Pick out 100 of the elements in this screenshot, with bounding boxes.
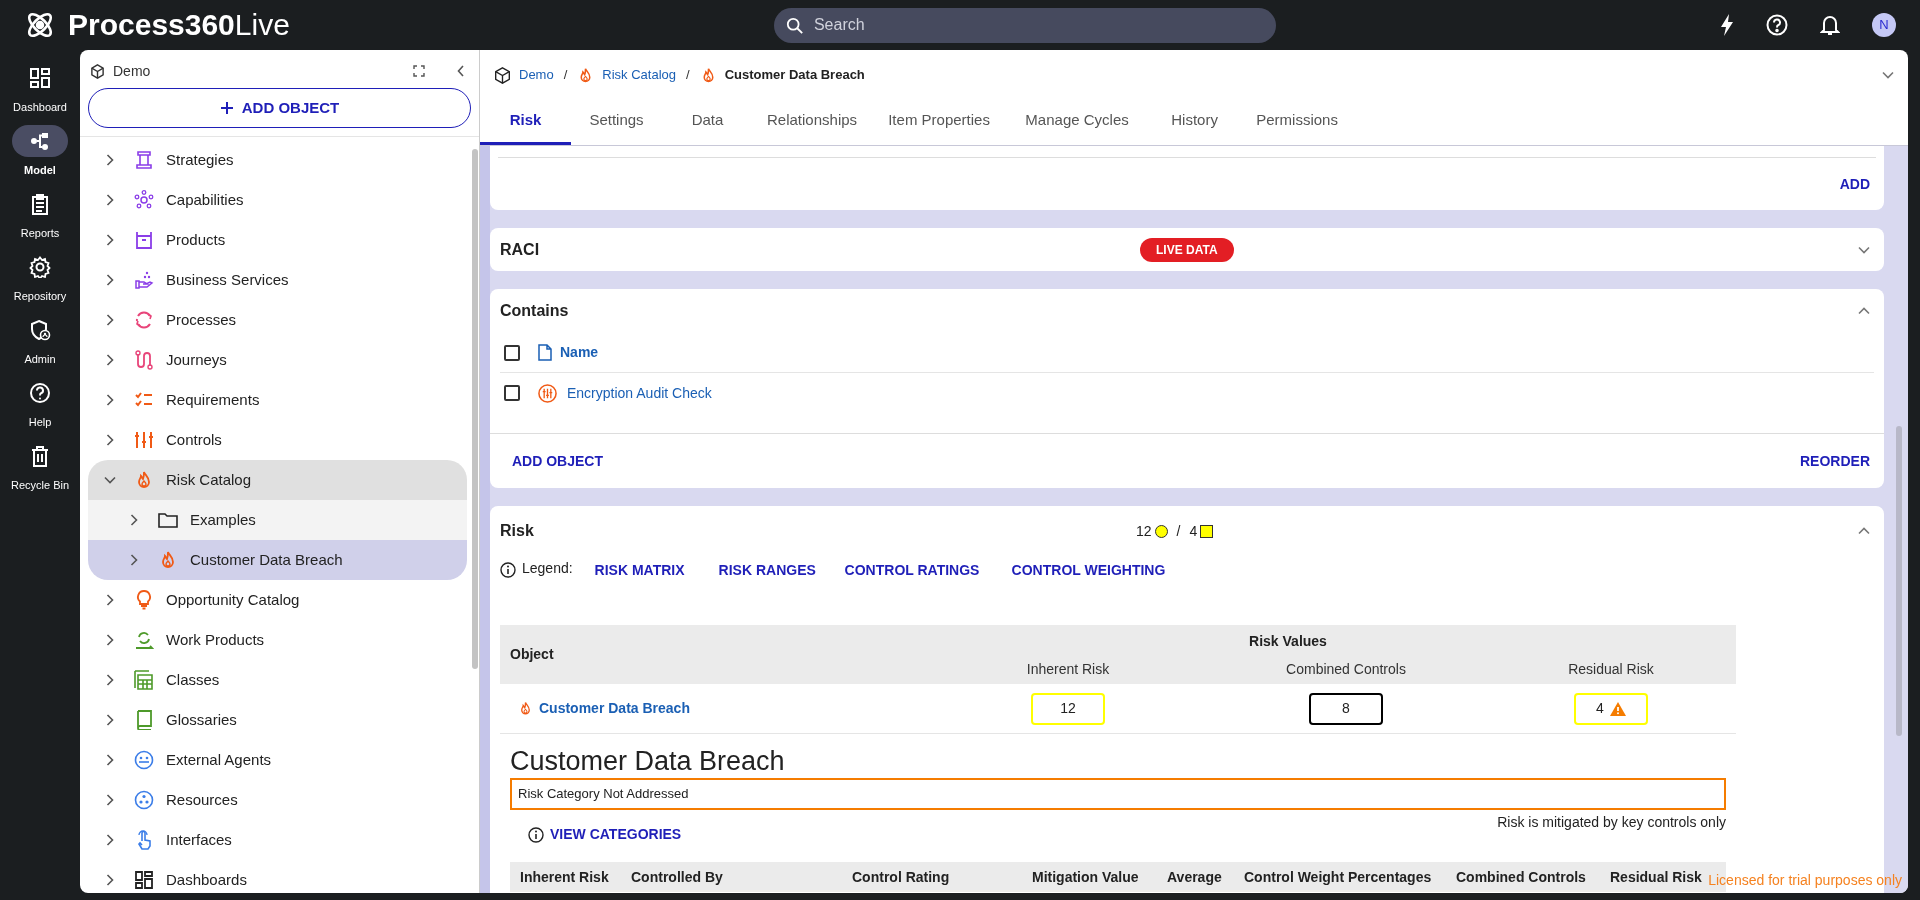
chevron-right-icon[interactable] (106, 354, 114, 366)
tree-item[interactable]: Glossaries (88, 700, 467, 740)
expand-chevron-icon[interactable] (1858, 245, 1870, 254)
tree-item[interactable]: Classes (88, 660, 467, 700)
trash-icon[interactable] (29, 445, 51, 467)
chevron-down-icon[interactable] (104, 476, 116, 484)
tab[interactable]: Item Properties (871, 99, 1008, 145)
tree-item[interactable]: Customer Data Breach (88, 540, 467, 580)
object-link[interactable]: Customer Data Breach (539, 698, 690, 719)
clipboard-icon[interactable] (29, 193, 51, 215)
checkbox[interactable] (504, 344, 520, 361)
collapse-chevron-icon[interactable] (457, 65, 465, 77)
section-title: Risk (500, 521, 535, 541)
help-icon[interactable] (1766, 14, 1788, 36)
checkbox[interactable] (504, 385, 520, 401)
chevron-right-icon[interactable] (106, 714, 114, 726)
risk-score: 4 (1189, 521, 1198, 541)
nav-label[interactable]: Model (24, 165, 56, 176)
chevron-right-icon[interactable] (106, 194, 114, 206)
tree-item[interactable]: Journeys (88, 340, 467, 380)
tree-item[interactable]: Capabilities (88, 180, 467, 220)
add-object-button[interactable]: ADD OBJECT (512, 450, 603, 472)
breadcrumb-link[interactable]: Demo (519, 65, 554, 85)
box-icon (134, 230, 154, 250)
nav-label[interactable]: Repository (13, 291, 67, 302)
lightning-icon[interactable] (1720, 14, 1734, 36)
settings-icon[interactable] (29, 256, 51, 278)
tab[interactable]: Data (662, 99, 753, 145)
tree-item[interactable]: Business Services (88, 260, 467, 300)
scrollbar[interactable] (1896, 426, 1902, 736)
tree-item[interactable]: Interfaces (88, 820, 467, 860)
column-header[interactable]: Name (560, 342, 599, 363)
fullscreen-icon[interactable] (413, 65, 425, 77)
help-icon[interactable] (29, 382, 51, 404)
column-header: Control Rating (852, 867, 951, 887)
book-icon (134, 710, 154, 730)
scrollbar[interactable] (472, 149, 478, 669)
chevron-right-icon[interactable] (106, 394, 114, 406)
tree-item[interactable]: External Agents (88, 740, 467, 780)
chevron-right-icon[interactable] (106, 234, 114, 246)
warning-icon (1609, 701, 1626, 716)
chevron-right-icon[interactable] (106, 434, 114, 446)
chevron-right-icon[interactable] (106, 634, 114, 646)
tree-item[interactable]: Opportunity Catalog (88, 580, 467, 620)
legend-link[interactable]: CONTROL WEIGHTING (1011, 559, 1166, 581)
nav-label[interactable]: Dashboard (13, 102, 67, 113)
tree-item[interactable]: Products (88, 220, 467, 260)
collapse-chevron-icon[interactable] (1858, 527, 1870, 535)
tab[interactable]: History (1147, 99, 1243, 145)
chevron-right-icon[interactable] (106, 154, 114, 166)
item-link[interactable]: Encryption Audit Check (567, 382, 712, 404)
tree-item[interactable]: Risk Catalog (88, 460, 467, 500)
chevron-right-icon[interactable] (106, 594, 114, 606)
chevron-right-icon[interactable] (106, 274, 114, 286)
nav-item-highlight[interactable] (12, 125, 68, 157)
chevron-right-icon[interactable] (106, 754, 114, 766)
tree-item[interactable]: Strategies (88, 140, 467, 180)
tab[interactable]: Relationships (753, 99, 872, 145)
legend-link[interactable]: CONTROL RATINGS (844, 559, 1012, 581)
column-header: Control Weight Percentages (1244, 867, 1433, 887)
collapse-chevron-icon[interactable] (1858, 307, 1870, 315)
chevron-right-icon[interactable] (106, 314, 114, 326)
tree-item[interactable]: Processes (88, 300, 467, 340)
tree-item[interactable]: Examples (88, 500, 467, 540)
sliders-icon (134, 430, 154, 450)
sliders-circle-icon (538, 383, 557, 403)
dashboard-icon[interactable] (29, 67, 51, 89)
legend-link[interactable]: RISK MATRIX (594, 559, 719, 581)
shield-icon[interactable] (29, 319, 51, 341)
tree-item[interactable]: Controls (88, 420, 467, 460)
nav-label[interactable]: Reports (20, 228, 60, 239)
legend-link[interactable]: RISK RANGES (718, 559, 845, 581)
column-header: Controlled By (631, 867, 724, 887)
user-avatar[interactable]: N (1872, 13, 1896, 37)
network-icon (134, 190, 154, 210)
legend-label: Legend: (522, 558, 573, 578)
chevron-right-icon[interactable] (106, 874, 114, 886)
tree-item[interactable]: Requirements (88, 380, 467, 420)
nav-label[interactable]: Admin (24, 354, 56, 365)
tree-item[interactable]: Dashboards (88, 860, 467, 893)
tab[interactable]: Settings (571, 99, 662, 145)
add-button[interactable]: ADD (1839, 173, 1870, 195)
nav-label[interactable]: Recycle Bin (10, 480, 70, 491)
view-categories-link[interactable]: VIEW CATEGORIES (550, 824, 682, 845)
tab[interactable]: Permissions (1242, 99, 1353, 145)
chevron-right-icon[interactable] (130, 554, 138, 566)
notification-bell-icon[interactable] (1820, 14, 1840, 36)
expand-chevron-icon[interactable] (1882, 71, 1894, 79)
breadcrumb-link[interactable]: Risk Catalog (602, 65, 676, 85)
detail-title: Customer Data Breach (510, 745, 786, 778)
chevron-right-icon[interactable] (130, 514, 138, 526)
search-field[interactable]: Search (773, 7, 1276, 43)
tree-item[interactable]: Resources (88, 780, 467, 820)
nav-label[interactable]: Help (28, 417, 52, 428)
chevron-right-icon[interactable] (106, 674, 114, 686)
tree-item[interactable]: Work Products (88, 620, 467, 660)
chevron-right-icon[interactable] (106, 834, 114, 846)
chevron-right-icon[interactable] (106, 794, 114, 806)
reorder-button[interactable]: REORDER (1800, 450, 1870, 472)
tab[interactable]: Manage Cycles (1007, 99, 1148, 145)
